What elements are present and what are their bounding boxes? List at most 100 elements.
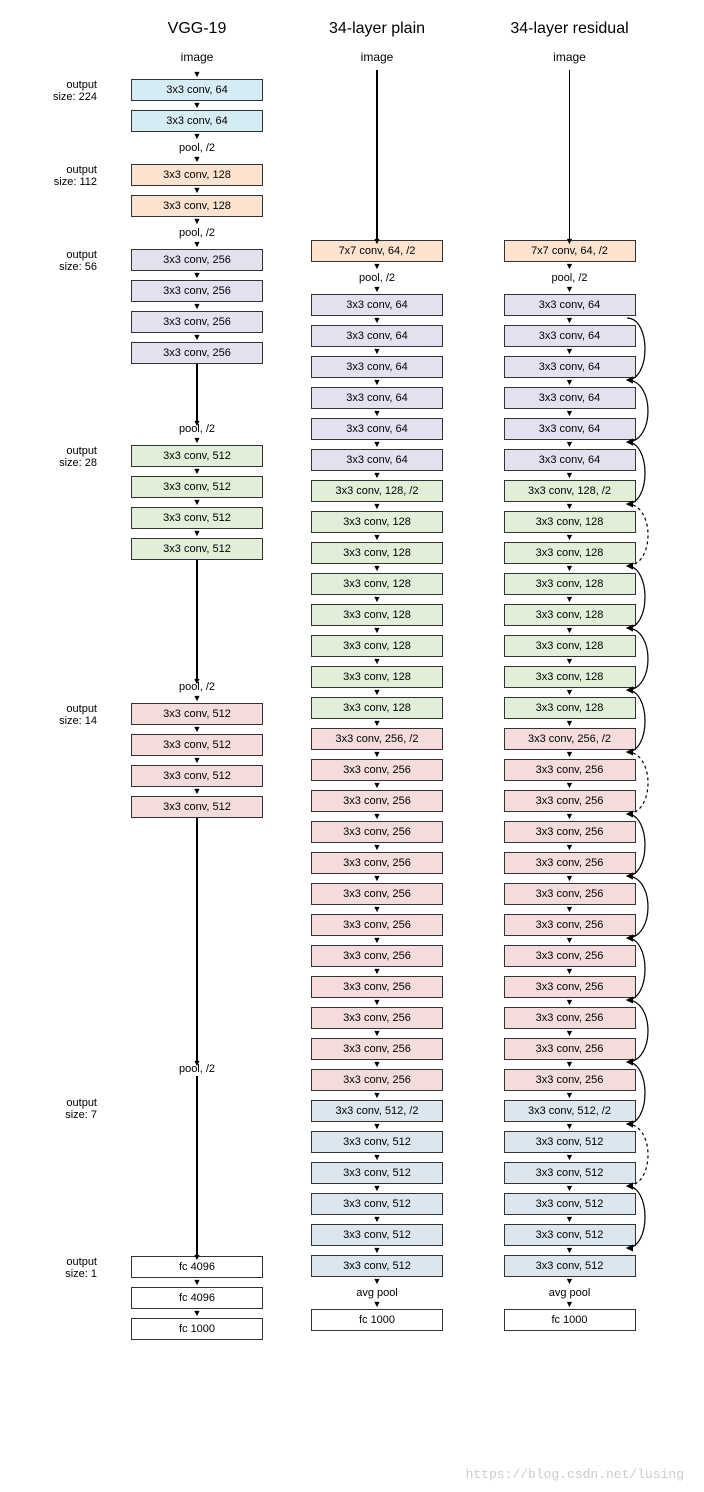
arrow-down	[117, 101, 277, 110]
conv-layer: 3x3 conv, 128, /2	[311, 480, 443, 502]
arrow-down	[297, 657, 457, 666]
conv-layer: 3x3 conv, 512	[131, 765, 263, 787]
conv-layer: 3x3 conv, 256	[311, 945, 443, 967]
output-size-label: output size: 56	[37, 249, 97, 273]
conv-layer: 3x3 conv, 128	[504, 697, 636, 719]
arrow-down	[297, 471, 457, 480]
conv-layer: 3x3 conv, 64	[504, 418, 636, 440]
conv-layer: 3x3 conv, 256	[311, 1038, 443, 1060]
arrow-down	[477, 440, 662, 449]
col-title: 34-layer plain	[297, 20, 457, 38]
conv-layer: 3x3 conv, 256	[504, 1038, 636, 1060]
arrow-down	[297, 936, 457, 945]
arrow-long	[196, 364, 198, 422]
arrow-down	[117, 333, 277, 342]
conv-layer: 3x3 conv, 128	[504, 542, 636, 564]
conv-layer: 3x3 conv, 256	[311, 790, 443, 812]
conv-layer: 3x3 conv, 64	[504, 387, 636, 409]
arrow-down	[117, 436, 277, 445]
arrow-down	[477, 1060, 662, 1069]
conv-layer: 3x3 conv, 256	[311, 821, 443, 843]
arrow-down	[117, 529, 277, 538]
arrow-down	[297, 262, 457, 271]
arrow-down	[477, 1122, 662, 1131]
conv-layer: 3x3 conv, 128	[311, 697, 443, 719]
arrow-down	[117, 498, 277, 507]
arrow-down	[117, 467, 277, 476]
conv-layer: 3x3 conv, 512	[131, 445, 263, 467]
arrow-down	[297, 533, 457, 542]
arrow-down	[117, 756, 277, 765]
arrow-down	[477, 874, 662, 883]
conv-layer: 3x3 conv, 128	[504, 511, 636, 533]
conv-layer: 3x3 conv, 512	[504, 1162, 636, 1184]
arrow-down	[477, 967, 662, 976]
arrow-down	[297, 1122, 457, 1131]
conv-layer: 3x3 conv, 64	[131, 110, 263, 132]
conv-layer: 3x3 conv, 128	[504, 666, 636, 688]
arrow-down	[477, 998, 662, 1007]
conv-layer: 3x3 conv, 256	[504, 976, 636, 998]
arrow-down	[477, 1215, 662, 1224]
pool-label: avg pool	[297, 1286, 457, 1300]
conv-layer: 3x3 conv, 512	[311, 1162, 443, 1184]
conv-layer: 3x3 conv, 256	[504, 759, 636, 781]
plain-column: 34-layer plainimage7x7 conv, 64, /2pool,…	[297, 20, 457, 1340]
conv-layer: 3x3 conv, 256	[311, 759, 443, 781]
arrow-down	[297, 1246, 457, 1255]
conv-layer: 3x3 conv, 512	[131, 507, 263, 529]
arrow-down	[297, 719, 457, 728]
conv-layer: 3x3 conv, 512	[504, 1131, 636, 1153]
arrow-down	[117, 302, 277, 311]
arrow-down	[477, 719, 662, 728]
arrow-down	[297, 1060, 457, 1069]
arrow-down	[477, 533, 662, 542]
conv-layer: 3x3 conv, 512	[311, 1224, 443, 1246]
output-size-label: output size: 224	[37, 79, 97, 103]
conv-layer: 3x3 conv, 512	[311, 1131, 443, 1153]
conv-layer: 3x3 conv, 128	[311, 511, 443, 533]
fc-layer: fc 1000	[131, 1318, 263, 1340]
conv-layer: 3x3 conv, 256	[504, 883, 636, 905]
conv-layer: 3x3 conv, 64	[311, 356, 443, 378]
output-size-label: output size: 28	[37, 445, 97, 469]
arrow-down	[117, 271, 277, 280]
arrow-down	[297, 316, 457, 325]
arrow-down	[117, 155, 277, 164]
watermark: https://blog.csdn.net/lusing	[466, 1467, 684, 1482]
arrow-down	[297, 440, 457, 449]
architecture-comparison: output size: 224 output size: 112 output s…	[5, 20, 699, 1340]
arrow-down	[297, 1277, 457, 1286]
arrow-down	[117, 70, 277, 79]
arrow-down	[477, 1029, 662, 1038]
conv-layer: 3x3 conv, 256	[311, 914, 443, 936]
conv-layer: 3x3 conv, 256	[504, 914, 636, 936]
arrow-down	[297, 626, 457, 635]
arrow-long	[196, 818, 198, 1062]
conv-layer: 3x3 conv, 512, /2	[504, 1100, 636, 1122]
arrow-down	[477, 285, 662, 294]
arrow-down	[297, 874, 457, 883]
conv-layer: 3x3 conv, 128	[504, 635, 636, 657]
conv-layer: 3x3 conv, 256	[131, 311, 263, 333]
output-size-label: output size: 1	[37, 1256, 97, 1280]
conv-layer: 3x3 conv, 128	[504, 573, 636, 595]
output-size-label: output size: 112	[37, 164, 97, 188]
arrow-long	[196, 560, 198, 680]
arrow-down	[477, 781, 662, 790]
arrow-down	[477, 936, 662, 945]
arrow-down	[297, 1300, 457, 1309]
vgg-column: VGG-19image3x3 conv, 643x3 conv, 64pool,…	[117, 20, 277, 1340]
conv-layer: 3x3 conv, 256	[311, 852, 443, 874]
residual-column: 34-layer residualimage7x7 conv, 64, /2po…	[477, 20, 662, 1340]
arrow-down	[477, 1300, 662, 1309]
fc-layer: fc 4096	[131, 1287, 263, 1309]
conv-layer: 3x3 conv, 64	[311, 294, 443, 316]
arrow-down	[297, 1029, 457, 1038]
arrow-down	[297, 905, 457, 914]
arrow-down	[297, 781, 457, 790]
conv-layer: 3x3 conv, 512	[131, 703, 263, 725]
pool-label: pool, /2	[117, 226, 277, 240]
arrow-down	[117, 217, 277, 226]
arrow-down	[477, 905, 662, 914]
